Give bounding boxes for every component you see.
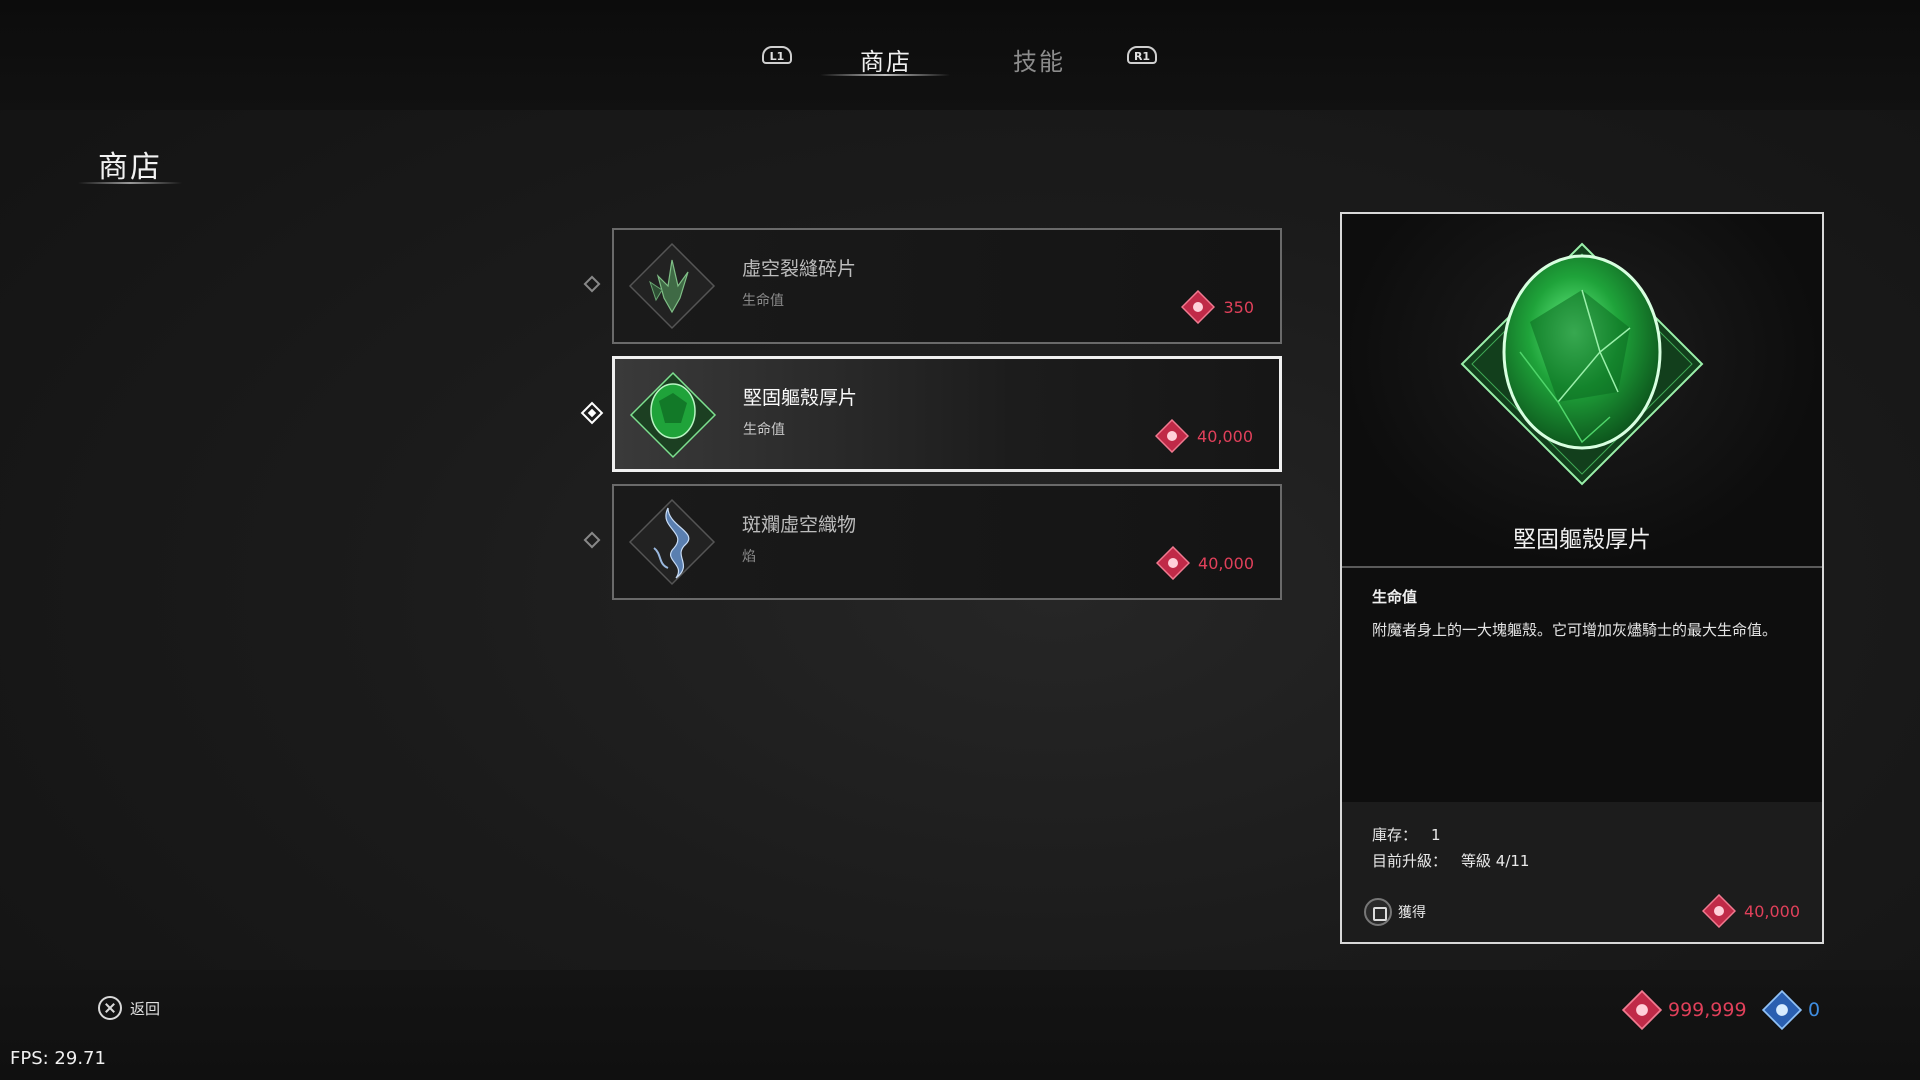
back-button[interactable]: 返回	[98, 996, 160, 1020]
fps-counter: FPS: 29.71	[10, 1048, 106, 1069]
back-label: 返回	[130, 999, 161, 1018]
shop-item-void-shard[interactable]: 虛空裂縫碎片 生命值 350	[583, 228, 1282, 344]
stock-stat: 庫存： 1	[1372, 824, 1441, 845]
item-detail-panel: 堅固軀殼厚片 生命值 附魔者身上的一大塊軀殼。它可增加灰燼騎士的最大生命值。 庫…	[1340, 212, 1824, 944]
item-price: 40,000	[1156, 546, 1254, 580]
red-gem-icon	[1702, 894, 1737, 928]
red-gem-icon	[1181, 290, 1216, 324]
currency-red-value: 999,999	[1668, 999, 1747, 1021]
stock-value: 1	[1431, 826, 1441, 844]
detail-item-name: 堅固軀殼厚片	[1513, 527, 1651, 553]
active-tab-underline	[820, 74, 950, 76]
top-bar: L1 商店 技能 R1	[0, 0, 1920, 110]
green-gem-icon	[629, 371, 717, 459]
detail-price: 40,000	[1702, 894, 1800, 928]
shop-item-void-cloth[interactable]: 斑斕虛空織物 焰 40,000	[583, 484, 1282, 600]
upgrade-value: 等級 4/11	[1461, 852, 1530, 870]
currency-red: 999,999	[1622, 990, 1747, 1030]
green-gem-large-icon	[1460, 242, 1704, 486]
item-price: 40,000	[1155, 419, 1253, 453]
void-cloth-icon	[628, 498, 716, 586]
price-value: 40,000	[1197, 426, 1253, 446]
r1-bumper-icon[interactable]: R1	[1127, 46, 1157, 64]
tab-bar: L1 商店 技能 R1	[0, 40, 1920, 80]
red-gem-icon	[1155, 419, 1190, 453]
price-value: 40,000	[1198, 553, 1254, 573]
detail-category: 生命值	[1372, 588, 1418, 606]
item-price: 350	[1181, 290, 1254, 324]
item-name: 堅固軀殼厚片	[743, 387, 858, 409]
page-title: 商店	[98, 150, 162, 185]
tab-skills[interactable]: 技能	[1013, 42, 1065, 77]
shop-item-sturdy-shell[interactable]: 堅固軀殼厚片 生命值 40,000	[580, 356, 1282, 472]
upgrade-stat: 目前升級： 等級 4/11	[1372, 850, 1529, 871]
currency-blue-value: 0	[1808, 999, 1821, 1021]
upgrade-label: 目前升級：	[1372, 852, 1448, 870]
red-gem-icon	[1622, 990, 1662, 1030]
l1-bumper-icon[interactable]: L1	[762, 46, 792, 64]
blue-gem-icon	[1762, 990, 1802, 1030]
detail-description: 附魔者身上的一大塊軀殼。它可增加灰燼騎士的最大生命值。	[1372, 621, 1778, 639]
red-gem-icon	[1156, 546, 1191, 580]
stock-label: 庫存：	[1372, 826, 1418, 844]
item-category: 生命值	[742, 293, 784, 309]
item-name: 斑斕虛空織物	[742, 514, 857, 536]
currency-blue: 0	[1762, 990, 1820, 1030]
title-underline	[78, 182, 182, 184]
square-button-icon	[1364, 898, 1392, 926]
detail-footer: 庫存： 1 目前升級： 等級 4/11 獲得 40,000	[1342, 802, 1822, 942]
item-name: 虛空裂縫碎片	[742, 258, 857, 280]
item-category: 焰	[742, 549, 756, 565]
item-category: 生命值	[743, 422, 785, 438]
detail-header: 堅固軀殼厚片	[1342, 214, 1822, 568]
void-shard-icon	[628, 242, 716, 330]
tab-shop[interactable]: 商店	[860, 42, 912, 77]
detail-price-value: 40,000	[1744, 901, 1800, 921]
acquire-button[interactable]: 獲得	[1364, 898, 1426, 926]
acquire-label: 獲得	[1398, 905, 1426, 921]
price-value: 350	[1223, 297, 1254, 317]
cross-button-icon	[98, 996, 122, 1020]
